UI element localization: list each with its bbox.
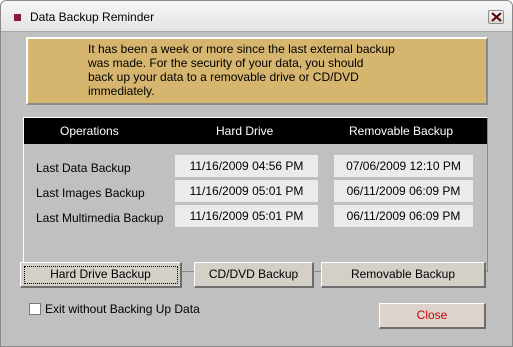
exit-without-backup-label[interactable]: Exit without Backing Up Data — [45, 302, 200, 316]
exit-without-backup-checkbox[interactable] — [29, 303, 41, 315]
row-label-multimedia: Last Multimedia Backup — [36, 211, 164, 225]
header-removable-backup: Removable Backup — [349, 124, 454, 138]
dialog-body: It has been a week or more since the las… — [1, 33, 512, 346]
window-title: Data Backup Reminder — [30, 10, 155, 24]
hard-drive-data-date: 11/16/2009 04:56 PM — [175, 155, 318, 177]
removable-multimedia-date: 06/11/2009 06:09 PM — [334, 205, 473, 227]
table-header: Operations Hard Drive Removable Backup — [24, 118, 487, 144]
window-close-button[interactable] — [488, 10, 504, 24]
hard-drive-backup-button[interactable]: Hard Drive Backup — [20, 262, 182, 288]
hard-drive-images-date: 11/16/2009 05:01 PM — [175, 180, 318, 202]
removable-data-date: 07/06/2009 12:10 PM — [334, 155, 473, 177]
app-icon — [14, 14, 21, 21]
cd-dvd-backup-button[interactable]: CD/DVD Backup — [194, 262, 314, 288]
title-bar[interactable]: Data Backup Reminder — [1, 1, 512, 32]
close-icon — [491, 12, 502, 22]
backup-status-panel: Operations Hard Drive Removable Backup L… — [23, 117, 488, 272]
reminder-message: It has been a week or more since the las… — [26, 37, 488, 105]
header-hard-drive: Hard Drive — [216, 124, 274, 138]
hard-drive-multimedia-date: 11/16/2009 05:01 PM — [175, 205, 318, 227]
row-label-images: Last Images Backup — [36, 186, 145, 200]
header-operations: Operations — [60, 124, 119, 138]
backup-reminder-window: Data Backup Reminder It has been a week … — [0, 0, 513, 347]
removable-images-date: 06/11/2009 06:09 PM — [334, 180, 473, 202]
close-button[interactable]: Close — [379, 303, 486, 329]
removable-backup-button[interactable]: Removable Backup — [321, 262, 486, 288]
row-label-data: Last Data Backup — [36, 161, 131, 175]
